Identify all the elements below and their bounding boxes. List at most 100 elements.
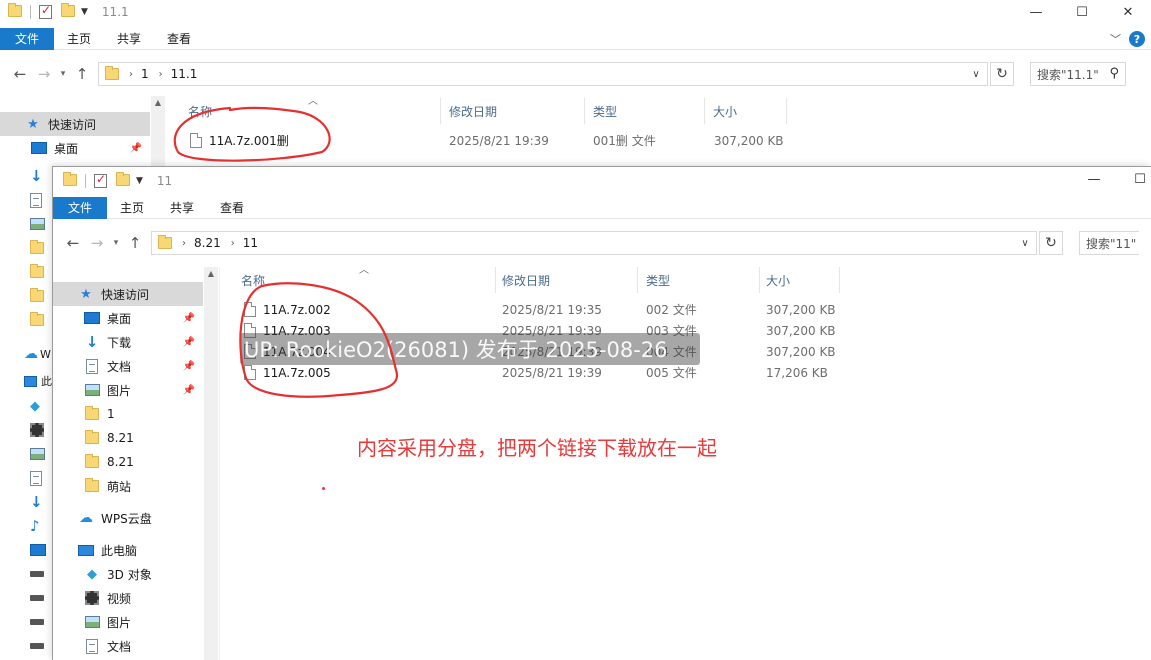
tab-file[interactable]: 文件 [0,27,55,50]
sidebar-scrollbar[interactable]: ▲ [151,96,165,166]
sidebar-item-label: 8.21 [107,455,134,469]
column-divider[interactable] [637,267,638,293]
up-arrow-icon[interactable]: ↑ [123,234,147,252]
quick-access-dropdown-icon[interactable]: ▼ [136,176,143,186]
scroll-up-icon[interactable]: ▲ [151,96,165,110]
maximize-button[interactable]: ☐ [1059,0,1105,24]
back-arrow-icon[interactable]: ← [61,234,85,252]
sidebar-item-label: 萌站 [107,479,132,494]
sidebar-item-quick-access[interactable]: ★ 快速访问 [0,112,150,136]
sidebar-scrollbar[interactable]: ▲ [204,267,218,660]
search-input[interactable]: 搜索"11" [1079,231,1139,255]
column-divider[interactable] [759,267,760,293]
sidebar-item-desktop[interactable]: 桌面 📌 [0,136,150,160]
minimize-button[interactable]: — [1013,0,1059,24]
tab-view[interactable]: 查看 [207,197,257,219]
chevron-down-icon[interactable]: ∨ [1014,232,1036,254]
expand-ribbon-icon[interactable]: ﹀ [1110,31,1121,47]
file-icon [244,365,256,380]
column-divider[interactable] [704,98,705,124]
breadcrumb-item[interactable]: 8.21 [194,236,221,250]
column-size[interactable]: 大小 [766,272,790,289]
minimize-button[interactable]: — [1071,167,1117,191]
pin-icon: 📌 [182,384,195,396]
file-row[interactable]: 11A.7z.002 2025/8/21 19:35 002 文件 307,20… [244,299,864,320]
new-folder-icon[interactable] [61,3,75,19]
back-arrow-icon[interactable]: ← [8,65,32,83]
file-row[interactable]: 11A.7z.005 2025/8/21 19:39 005 文件 17,206… [244,362,864,383]
column-type[interactable]: 类型 [593,103,617,120]
tab-share[interactable]: 共享 [157,197,207,219]
search-input[interactable]: 搜索"11.1" ⚲ [1030,62,1126,86]
title-bar: ▼ 11.1 — ☐ ✕ [0,0,1151,24]
column-divider[interactable] [495,267,496,293]
up-arrow-icon[interactable]: ↑ [70,65,94,83]
column-size[interactable]: 大小 [713,103,737,120]
drive-icon [24,562,52,586]
desktop-icon [24,538,52,562]
annotation-dot [322,487,325,490]
column-divider[interactable] [584,98,585,124]
close-button[interactable]: ✕ [1105,0,1151,24]
sidebar-item-desktop[interactable]: 桌面 📌 [53,306,203,330]
maximize-button[interactable]: ☐ [1117,167,1151,191]
sidebar-item-downloads[interactable]: ↓ 下载 📌 [53,330,203,354]
forward-arrow-icon[interactable]: → [32,65,56,83]
column-divider[interactable] [786,98,787,124]
file-date: 2025/8/21 19:39 [502,365,602,380]
quick-access-dropdown-icon[interactable]: ▼ [81,7,88,17]
folder-icon [30,308,50,332]
document-icon [83,638,101,654]
sidebar-item-pc-pictures[interactable]: 图片 [53,610,203,634]
file-row[interactable]: 11A.7z.001删 2025/8/21 19:39 001删 文件 307,… [190,130,810,151]
drive-icon [24,634,52,658]
sidebar-item-this-pc[interactable]: 此电脑 [53,538,203,562]
breadcrumb-item[interactable]: 1 [141,67,149,81]
forward-arrow-icon[interactable]: → [85,234,109,252]
column-date[interactable]: 修改日期 [449,103,497,120]
sidebar-item-pc-documents[interactable]: 文档 [53,634,203,658]
search-placeholder: 搜索"11.1" [1037,67,1099,82]
recent-locations-icon[interactable]: ▾ [56,69,70,79]
chevron-down-icon[interactable]: ∨ [965,63,987,85]
help-icon[interactable]: ? [1129,31,1145,47]
sidebar-item-folder-821-b[interactable]: 8.21 [53,450,203,474]
column-date[interactable]: 修改日期 [502,272,550,289]
column-name[interactable]: 名称 [241,272,265,289]
refresh-button[interactable]: ↻ [990,62,1014,86]
sidebar-item-pictures[interactable]: 图片 📌 [53,378,203,402]
refresh-button[interactable]: ↻ [1039,231,1063,255]
folder-icon [105,66,119,80]
address-bar[interactable]: › 1 › 11.1 ∨ [98,62,988,86]
tab-share[interactable]: 共享 [104,28,154,50]
sidebar-item-folder-821[interactable]: 8.21 [53,426,203,450]
breadcrumb-item[interactable]: 11.1 [171,67,198,81]
column-name[interactable]: 名称 [188,103,212,120]
tab-home[interactable]: 主页 [107,197,157,219]
properties-icon[interactable] [39,3,53,19]
sidebar-item-wps-cloud[interactable]: ☁ WPS云盘 [53,506,203,530]
breadcrumb-item[interactable]: 11 [243,236,258,250]
drive-icon [24,586,52,610]
folder-icon [83,478,101,494]
recent-locations-icon[interactable]: ▾ [109,238,123,248]
sidebar-item-videos[interactable]: 视频 [53,586,203,610]
picture-icon [30,212,50,236]
sidebar-item-documents[interactable]: 文档 📌 [53,354,203,378]
column-divider[interactable] [839,267,840,293]
address-bar[interactable]: › 8.21 › 11 ∨ [151,231,1037,255]
sidebar-item-folder-mengzhan[interactable]: 萌站 [53,474,203,498]
sidebar-item-quick-access[interactable]: ★ 快速访问 [53,282,203,306]
column-type[interactable]: 类型 [646,272,670,289]
tab-home[interactable]: 主页 [54,28,104,50]
scroll-up-icon[interactable]: ▲ [204,267,218,281]
tab-file[interactable]: 文件 [53,196,108,219]
sidebar-item-3d-objects[interactable]: ◆ 3D 对象 [53,562,203,586]
sidebar-item-folder-1[interactable]: 1 [53,402,203,426]
column-divider[interactable] [440,98,441,124]
this-pc-icon: 此 [24,368,52,394]
properties-icon[interactable] [94,172,108,188]
new-folder-icon[interactable] [116,172,130,188]
music-icon: ♪ [30,517,40,535]
tab-view[interactable]: 查看 [154,28,204,50]
